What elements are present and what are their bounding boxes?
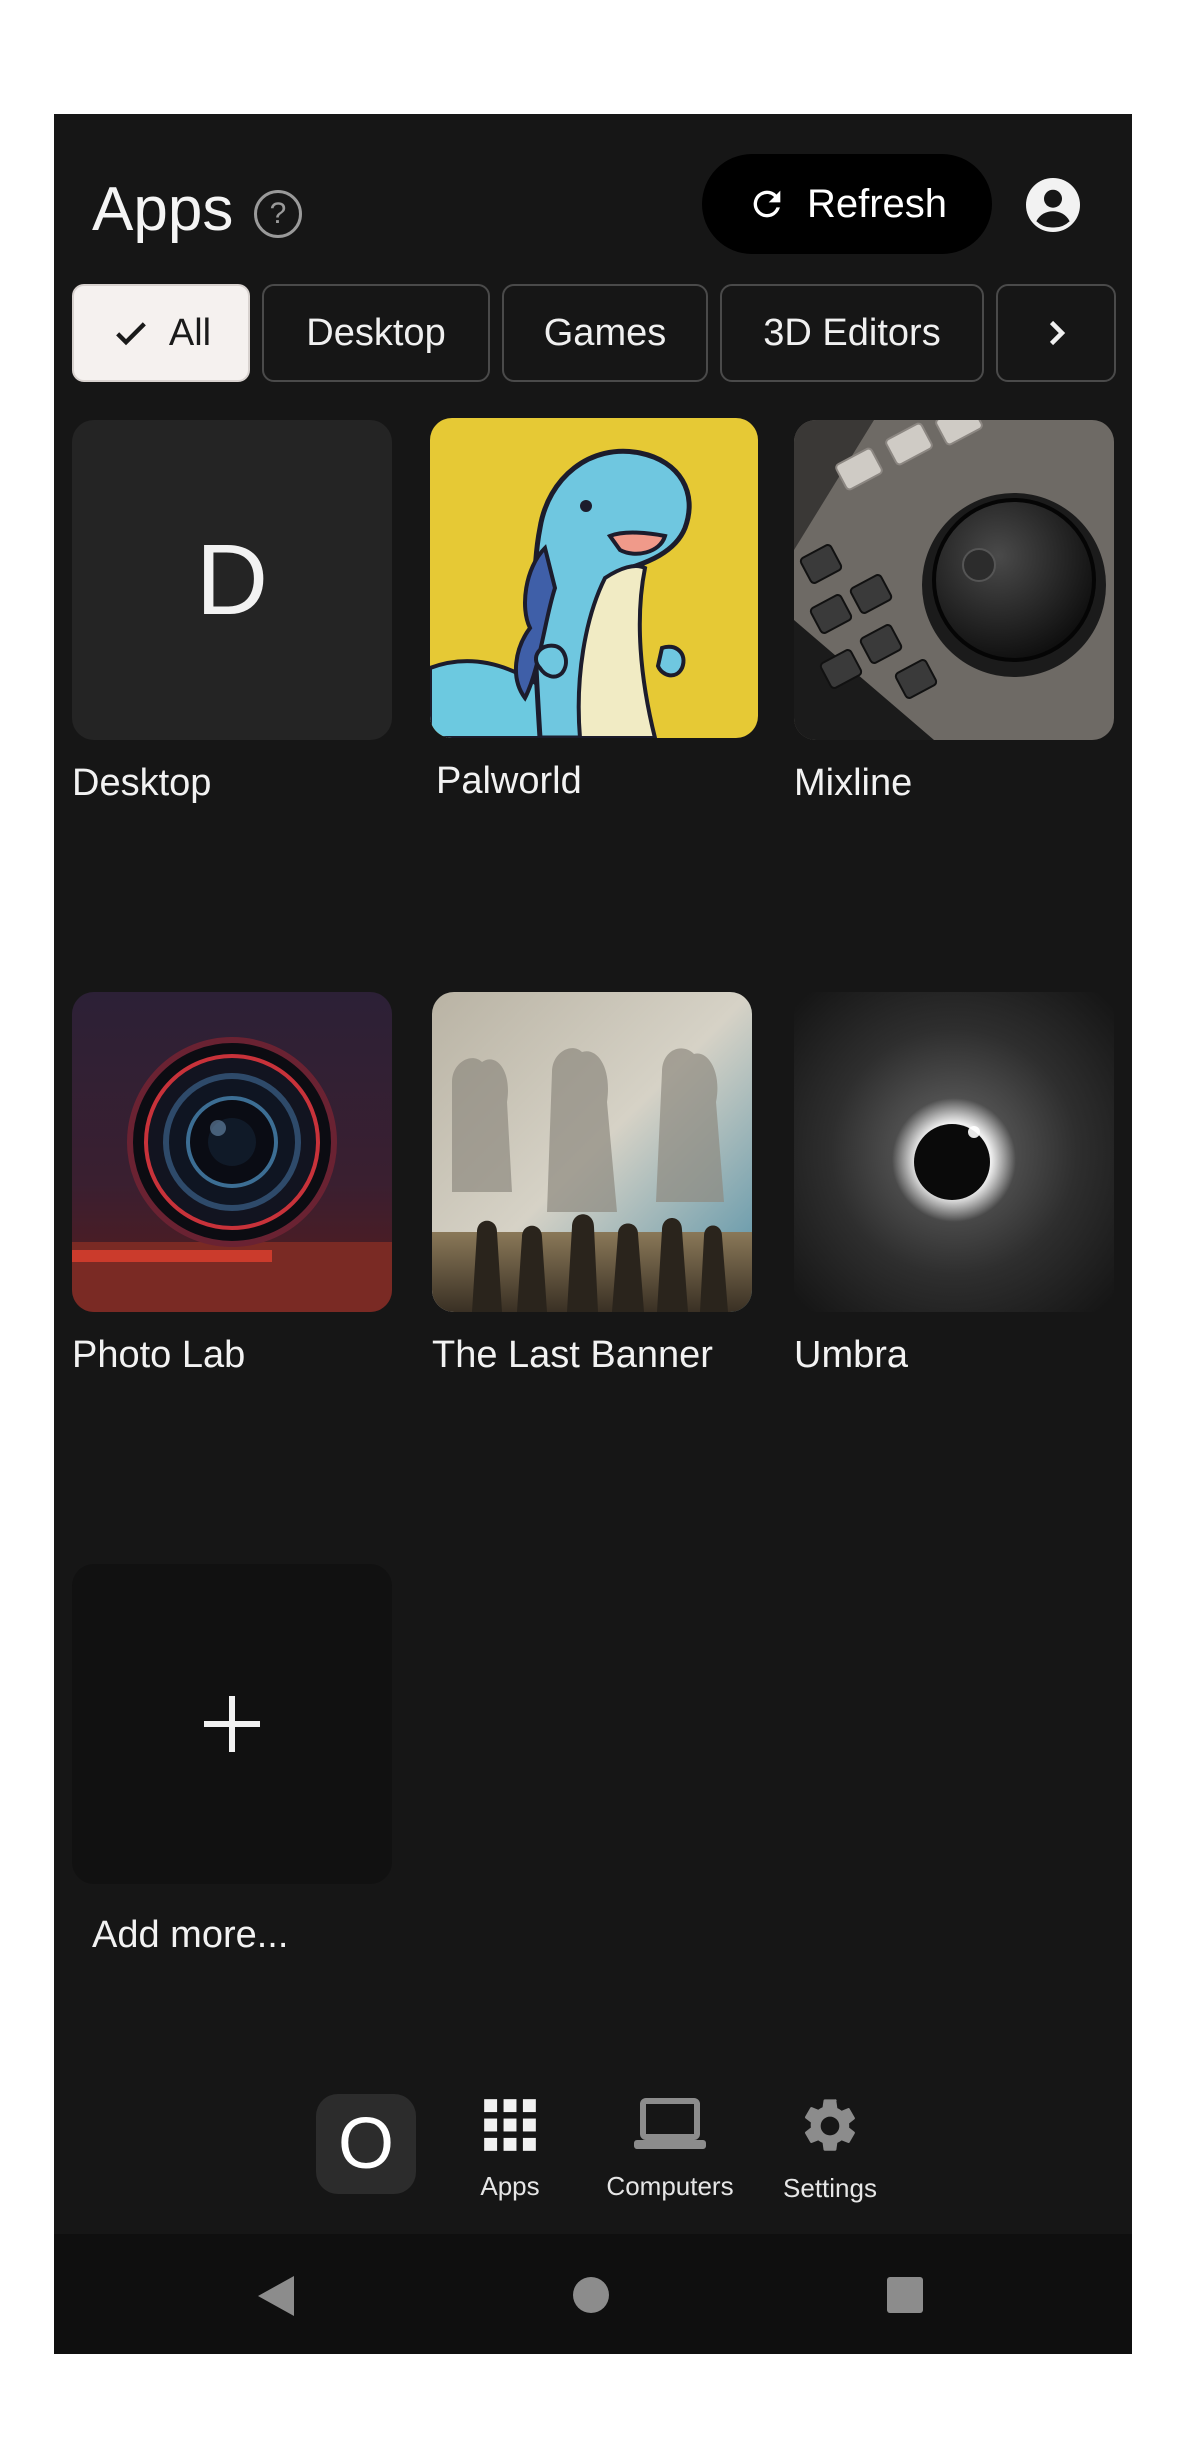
chip-label: All [168, 311, 212, 354]
gear-icon [804, 2099, 855, 2151]
help-icon[interactable]: ? [254, 190, 302, 238]
chip-label: Desktop [306, 311, 446, 354]
app-tile-the-last-banner[interactable] [432, 992, 752, 1312]
add-more-label[interactable]: Add more... [92, 1914, 288, 1957]
chip-label: Games [543, 311, 667, 354]
home-glyph: O [337, 2104, 394, 2184]
app-tile-umbra[interactable] [794, 992, 1114, 1312]
app-letter: D [195, 523, 269, 636]
app-label-palworld[interactable]: Palworld [436, 760, 582, 803]
chip-label: 3D Editors [763, 311, 941, 354]
palworld-thumbnail [430, 418, 758, 738]
app-tile-palworld[interactable] [430, 418, 758, 738]
app-label-umbra[interactable]: Umbra [794, 1334, 908, 1377]
photo-lab-thumbnail [72, 992, 392, 1312]
app-label-the-last-banner[interactable]: The Last Banner [432, 1334, 713, 1377]
home-button[interactable]: O [316, 2094, 416, 2194]
system-navigation-bar [54, 2234, 1132, 2354]
nav-apps[interactable]: Apps [460, 2094, 560, 2202]
refresh-icon [753, 190, 781, 218]
nav-label: Computers [606, 2171, 734, 2201]
app-screen: Apps ? Refresh All Desktop Games 3D Edit… [54, 114, 1132, 2354]
umbra-thumbnail [794, 992, 1114, 1312]
back-icon[interactable] [256, 2274, 296, 2318]
recents-icon[interactable] [886, 2276, 924, 2314]
app-label-mixline[interactable]: Mixline [794, 762, 912, 805]
chip-desktop[interactable]: Desktop [262, 284, 490, 382]
filter-chips: All Desktop Games 3D Editors [72, 284, 1132, 388]
chip-3d-editors[interactable]: 3D Editors [720, 284, 984, 382]
refresh-label: Refresh [806, 181, 948, 226]
plus-icon [204, 1696, 260, 1752]
add-more-tile[interactable] [72, 1564, 392, 1884]
laptop-icon [634, 2098, 706, 2149]
chips-scroll-next-button[interactable] [996, 284, 1116, 382]
grid-icon [484, 2099, 536, 2151]
app-label-photo-lab[interactable]: Photo Lab [72, 1334, 245, 1377]
bottom-navigation: O Apps Computers Settings [54, 2094, 1132, 2234]
app-tile-photo-lab[interactable] [72, 992, 392, 1312]
check-icon [116, 322, 146, 346]
nav-label: Apps [480, 2171, 540, 2201]
account-icon[interactable] [1026, 178, 1080, 232]
refresh-button[interactable]: Refresh [702, 154, 992, 254]
app-tile-desktop[interactable]: D [72, 420, 392, 740]
mixline-thumbnail [794, 420, 1114, 740]
home-icon[interactable] [572, 2276, 610, 2314]
nav-computers[interactable]: Computers [600, 2094, 740, 2202]
app-label-desktop[interactable]: Desktop [72, 762, 211, 805]
nav-settings[interactable]: Settings [770, 2094, 890, 2204]
the-last-banner-thumbnail [432, 992, 752, 1312]
nav-label: Settings [783, 2173, 877, 2203]
page-title: Apps [92, 175, 234, 244]
chip-all[interactable]: All [72, 284, 250, 382]
chip-games[interactable]: Games [502, 284, 708, 382]
chevron-right-icon [1049, 320, 1066, 346]
app-tile-mixline[interactable] [794, 420, 1114, 740]
